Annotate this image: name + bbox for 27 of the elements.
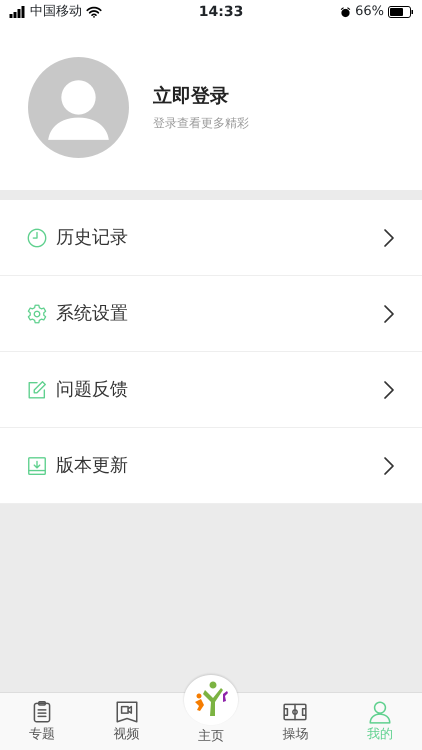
tab-item[interactable]: 视频 [84,693,169,750]
clock-time: 14:33 [198,2,244,22]
login-title[interactable]: 立即登录 [153,82,249,110]
chevron-right-icon [382,304,396,324]
settings-icon [26,302,48,324]
tab-item[interactable]: 操场 [253,693,338,750]
menu-item[interactable]: 版本更新 [0,428,422,504]
alarm-icon [340,6,352,18]
chevron-right-icon [382,456,396,476]
battery-percent: 66% [355,3,384,22]
tab-item[interactable]: 主页 [168,675,254,750]
chevron-right-icon [382,380,396,400]
video-icon [114,699,140,725]
menu-item[interactable]: 系统设置 [0,276,422,352]
signal-icon [8,6,26,18]
login-subtitle: 登录查看更多精彩 [153,115,249,132]
download-icon [26,454,48,476]
carrier-name: 中国移动 [30,3,82,22]
menu-item[interactable]: 问题反馈 [0,352,422,428]
edit-icon [26,378,48,400]
battery-icon [388,6,414,18]
clock-icon [26,226,48,248]
chevron-right-icon [382,228,396,248]
wifi-icon [86,6,102,18]
tab-item[interactable]: 专题 [0,693,84,750]
menu-item[interactable]: 历史记录 [0,200,422,276]
person-icon [366,699,393,725]
